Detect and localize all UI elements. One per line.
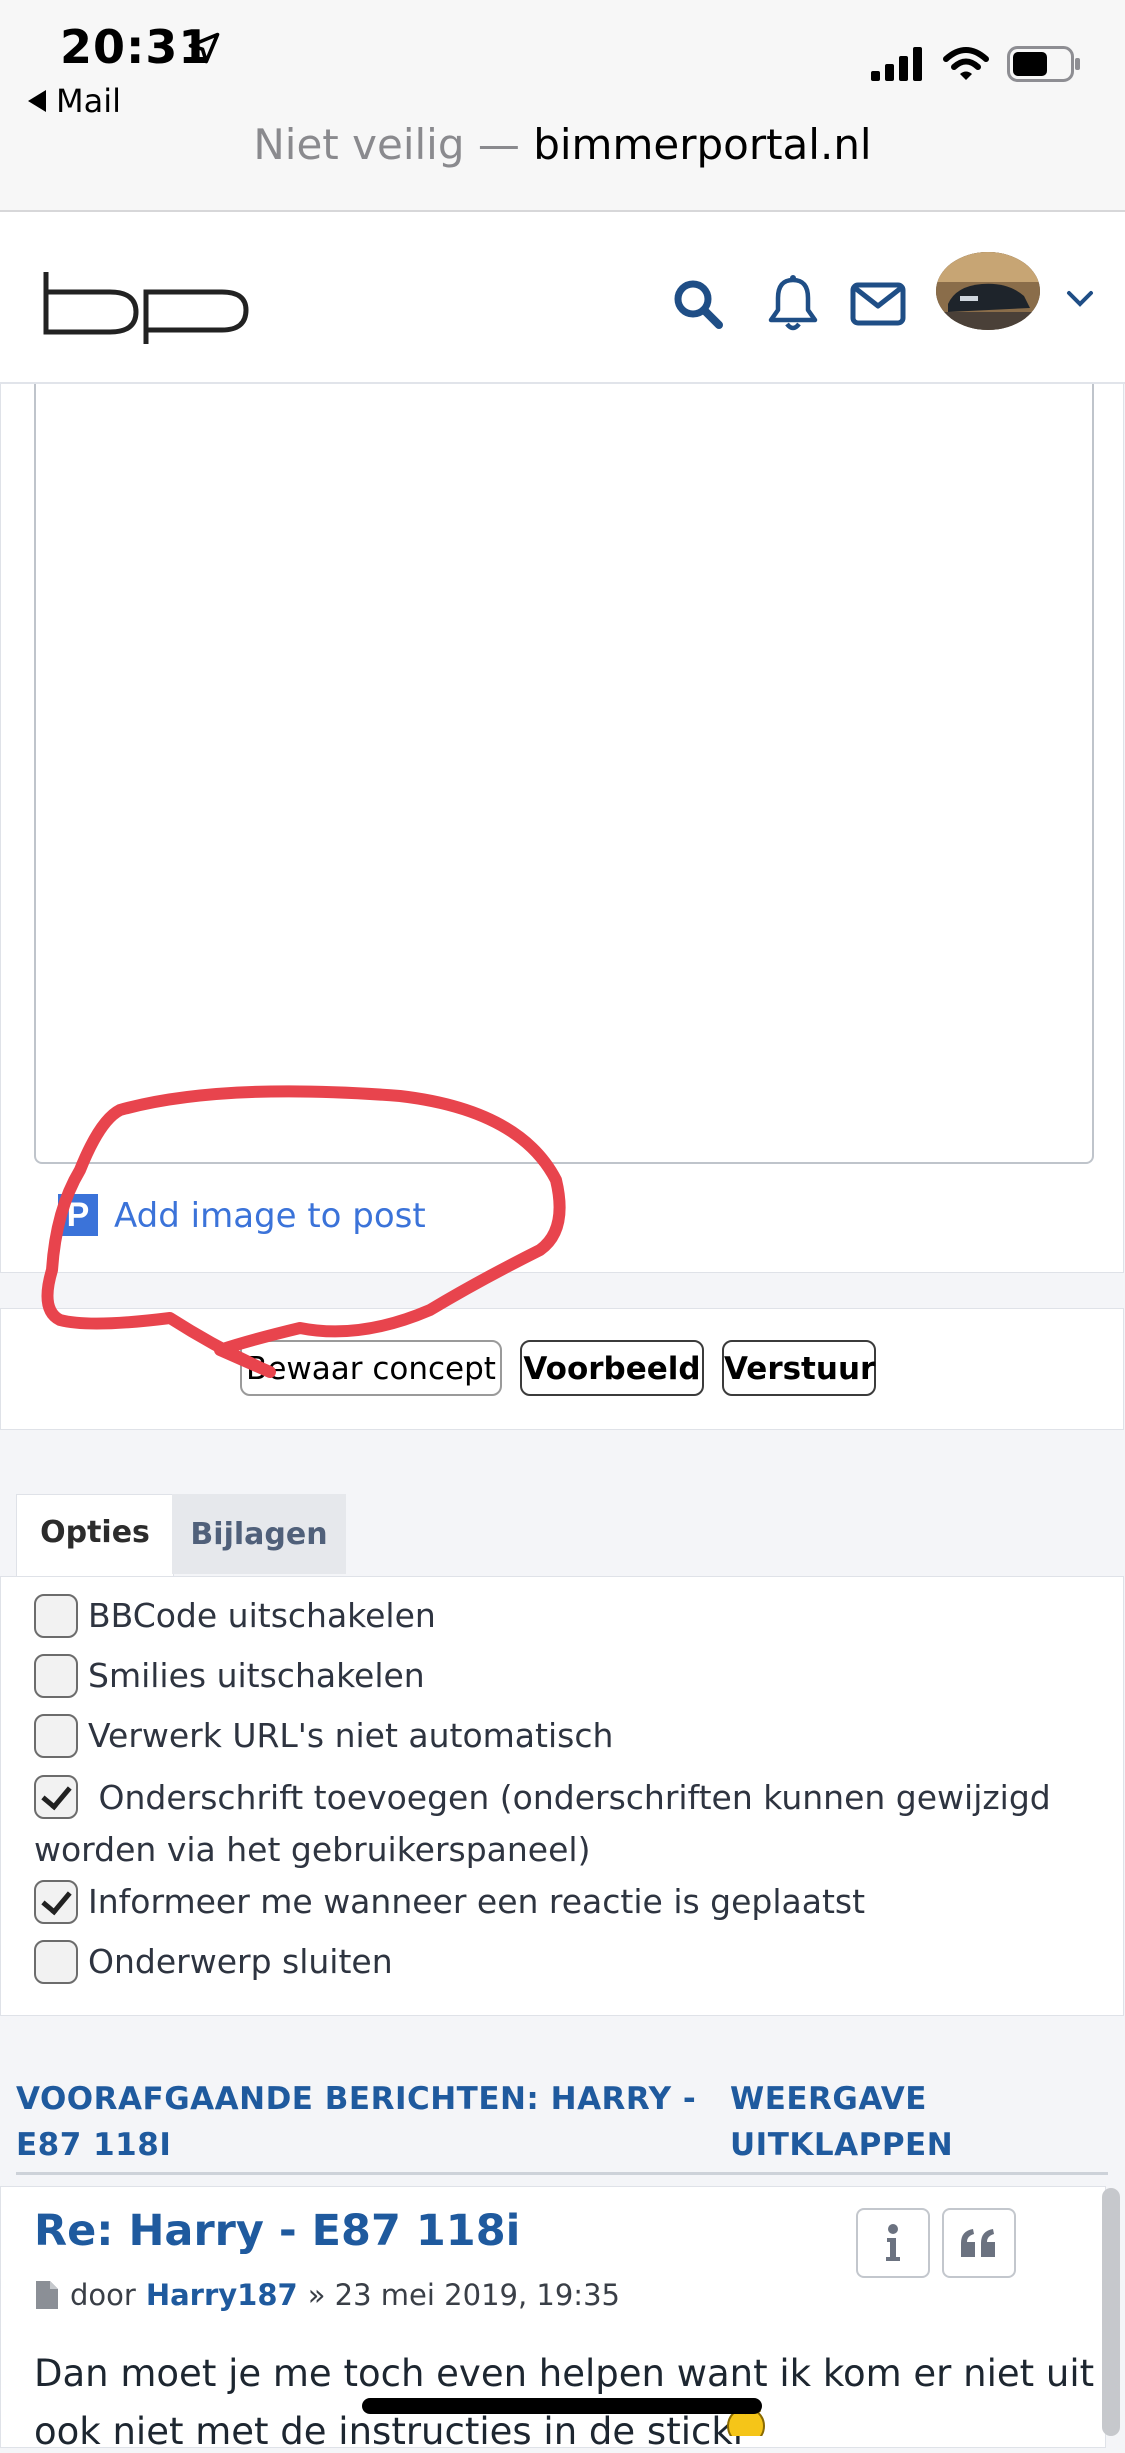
divider (16, 2172, 1108, 2175)
status-icons (871, 46, 1081, 82)
back-to-mail-link[interactable]: Mail (28, 82, 121, 120)
red-circle-annotation (41, 1085, 566, 1378)
home-indicator[interactable] (362, 2398, 762, 2414)
option-label: Smilies uitschakelen (88, 1656, 425, 1695)
post-body-line-1: Dan moet je me toch even helpen want ik … (34, 2352, 1094, 2395)
mail-icon[interactable] (850, 282, 906, 326)
bell-icon[interactable] (766, 274, 820, 332)
chevron-down-icon[interactable] (1066, 290, 1094, 308)
option-no-auto-url[interactable]: Verwerk URL's niet automatisch (34, 1714, 613, 1758)
option-label: Verwerk URL's niet automatisch (88, 1716, 614, 1755)
url-domain: bimmerportal.nl (533, 120, 872, 169)
post-by: door (70, 2278, 136, 2312)
back-label: Mail (56, 82, 121, 120)
previous-posts-heading: VOORAFGAANDE BERICHTEN: HARRY - E87 118I (16, 2081, 697, 2163)
option-label: Onderwerp sluiten (88, 1942, 393, 1981)
avatar[interactable] (936, 252, 1040, 330)
info-icon (886, 2224, 900, 2261)
option-label: Informeer me wanneer een reactie is gepl… (88, 1882, 866, 1921)
option-label: BBCode uitschakelen (88, 1596, 436, 1635)
url-bar[interactable]: Niet veilig — bimmerportal.nl (0, 120, 1125, 169)
checkbox-checked[interactable] (34, 1880, 78, 1924)
location-arrow-icon (188, 32, 220, 64)
tab-options[interactable]: Opties (16, 1494, 174, 1579)
option-disable-smilies[interactable]: Smilies uitschakelen (34, 1654, 425, 1698)
not-secure-label: Niet veilig — (253, 120, 520, 169)
option-add-signature[interactable]: Onderschrift toevoegen (onderschriften k… (34, 1772, 1094, 1876)
bp-logo[interactable] (40, 262, 250, 344)
post-quote-button[interactable] (942, 2208, 1016, 2278)
search-icon[interactable] (672, 278, 724, 330)
checkbox[interactable] (34, 1714, 78, 1758)
post-author-link[interactable]: Harry187 (146, 2278, 298, 2312)
post-meta: door Harry187 » 23 mei 2019, 19:35 (34, 2278, 620, 2312)
post-info-button[interactable] (856, 2208, 930, 2278)
scrollbar[interactable] (1102, 2188, 1120, 2436)
checkbox[interactable] (34, 1594, 78, 1638)
quote-icon (961, 2229, 995, 2257)
battery-icon (1007, 46, 1080, 82)
option-label: Onderschrift toevoegen (onderschriften k… (34, 1778, 1051, 1869)
tab-attachments[interactable]: Bijlagen (172, 1494, 346, 1574)
avatar-car-image (936, 252, 1040, 330)
checkbox[interactable] (34, 1940, 78, 1984)
message-textarea[interactable] (34, 384, 1094, 1164)
option-lock-topic[interactable]: Onderwerp sluiten (34, 1940, 393, 1984)
document-icon (36, 2281, 58, 2309)
post-body-line-2: ook niet met de instructies in de stickl (34, 2410, 744, 2453)
submit-button[interactable]: Verstuur (722, 1340, 876, 1396)
post-title[interactable]: Re: Harry - E87 118i (34, 2206, 520, 2256)
post-date: » 23 mei 2019, 19:35 (307, 2278, 620, 2312)
wifi-icon (943, 47, 989, 80)
cellular-signal-icon (871, 47, 922, 81)
checkbox-checked[interactable] (34, 1774, 78, 1819)
back-triangle-icon (28, 90, 46, 112)
option-notify-reply[interactable]: Informeer me wanneer een reactie is gepl… (34, 1880, 865, 1924)
option-disable-bbcode[interactable]: BBCode uitschakelen (34, 1594, 436, 1638)
checkbox[interactable] (34, 1654, 78, 1698)
expand-view-link[interactable]: WEERGAVE UITKLAPPEN (730, 2076, 1125, 2168)
